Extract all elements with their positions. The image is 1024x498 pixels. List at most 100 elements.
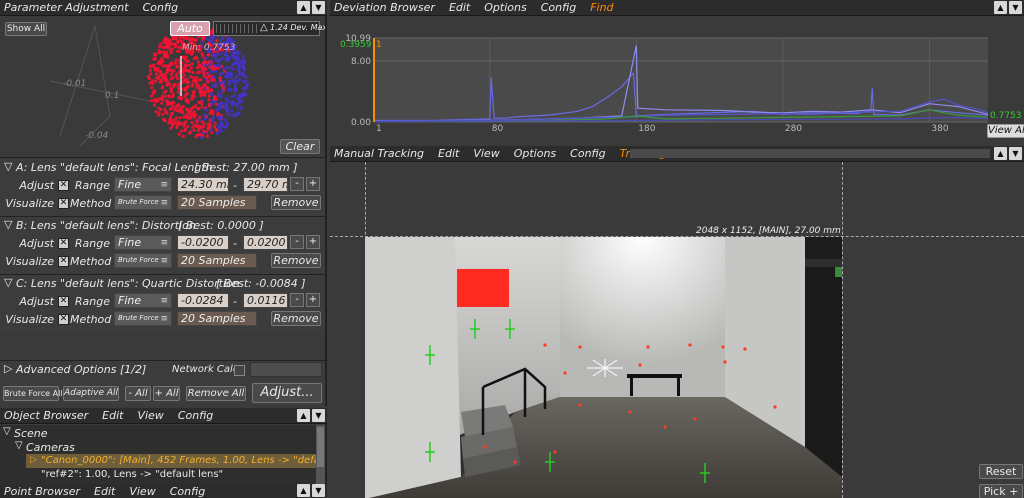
plus-all-button[interactable]: + All [153, 386, 180, 401]
section-c-dash: - [233, 295, 237, 308]
menu-config[interactable]: Config [541, 1, 576, 14]
deviation-chart[interactable]: 10.998.000.001 80 180 280 3800.3959 10.7753 [330, 16, 1024, 144]
section-b-remove-button[interactable]: Remove [271, 253, 321, 268]
tracking-viewport[interactable]: 2048 x 1152, [MAIN], 27.00 mm Reset Pick… [330, 162, 1024, 498]
tree-camera-item[interactable]: "Canon_0000": [Main], 452 Frames, 1.00, … [41, 455, 316, 466]
tree-scene[interactable]: Scene [14, 427, 48, 440]
tree-ref-item[interactable]: "ref#2": 1.00, Lens -> "default lens" [41, 469, 223, 480]
section-b-toggle[interactable]: ▽ [4, 218, 12, 231]
menu-edit[interactable]: Edit [438, 147, 459, 160]
remove-all-button[interactable]: Remove All [186, 386, 246, 401]
menu-point-browser[interactable]: Point Browser [4, 485, 80, 498]
section-a-max-input[interactable]: 29.70 mi [243, 177, 288, 192]
menu-view[interactable]: View [129, 485, 155, 498]
maximize-icon[interactable]: ▲ [994, 147, 1007, 160]
section-a-toggle[interactable]: ▽ [4, 160, 12, 173]
section-b-samples-input[interactable]: 20 Samples [177, 253, 257, 268]
section-c-toggle[interactable]: ▽ [4, 276, 12, 289]
menu-parameter-adjustment[interactable]: Parameter Adjustment [4, 1, 129, 14]
minimize-icon[interactable]: ▼ [1009, 147, 1022, 160]
section-a-min-input[interactable]: 24.30 mm [177, 177, 229, 192]
menu-options[interactable]: Options [484, 1, 526, 14]
minimize-icon[interactable]: ▼ [312, 409, 325, 422]
menu-view[interactable]: View [473, 147, 499, 160]
section-a-samples-input[interactable]: 20 Samples [177, 195, 257, 210]
menu-object-browser[interactable]: Object Browser [4, 409, 88, 422]
menu-edit[interactable]: Edit [102, 409, 123, 422]
advanced-toggle[interactable]: ▷ [4, 362, 12, 375]
advanced-options-label[interactable]: Advanced Options [1/2] [16, 363, 146, 376]
param-viewport[interactable]: -0.01 -0.04 0.1 Show All Auto △ 1.24 Dev… [0, 16, 325, 156]
section-a-method-select[interactable]: Brute Force ≡ [114, 195, 172, 210]
maximize-icon[interactable]: ▲ [297, 484, 310, 497]
section-c-method-select[interactable]: Brute Force ≡ [114, 311, 172, 326]
section-a-plus-button[interactable]: + [306, 177, 320, 191]
object-scrollbar-thumb[interactable] [317, 427, 324, 467]
menu-deviation-browser[interactable]: Deviation Browser [334, 1, 435, 14]
minimize-icon[interactable]: ▼ [312, 484, 325, 497]
section-a-visualize-checkbox[interactable]: ✕ [58, 198, 69, 209]
object-scrollbar[interactable] [316, 425, 325, 484]
section-c-remove-button[interactable]: Remove [271, 311, 321, 326]
section-b-adjust-checkbox[interactable]: ✕ [58, 238, 69, 249]
section-c-min-input[interactable]: -0.0284 [177, 293, 229, 308]
menu-config[interactable]: Config [143, 1, 178, 14]
menu-config[interactable]: Config [178, 409, 213, 422]
dev-max-ticks [216, 24, 258, 33]
adjust-button[interactable]: Adjust... [252, 383, 322, 403]
menu-find[interactable]: Find [590, 1, 613, 14]
section-b-minus-button[interactable]: - [290, 235, 304, 249]
section-a-dash: - [233, 179, 237, 192]
chart-right-value: 0.7753 [990, 111, 1022, 121]
menu-edit[interactable]: Edit [449, 1, 470, 14]
scene-toggle-icon[interactable]: ▽ [3, 426, 11, 437]
section-c-adjust-checkbox[interactable]: ✕ [58, 296, 69, 307]
pick-plus-button[interactable]: Pick + [979, 484, 1023, 498]
section-c-range-select[interactable]: Fine ≡ [114, 293, 172, 308]
maximize-icon[interactable]: ▲ [994, 1, 1007, 14]
point-window-buttons: ▲ ▼ [297, 484, 325, 497]
section-a-minus-button[interactable]: - [290, 177, 304, 191]
minimize-icon[interactable]: ▼ [1009, 1, 1022, 14]
clear-button[interactable]: Clear [280, 139, 320, 154]
minus-all-button[interactable]: - All [125, 386, 151, 401]
section-c-minus-button[interactable]: - [290, 293, 304, 307]
menu-config[interactable]: Config [170, 485, 205, 498]
section-c-plus-button[interactable]: + [306, 293, 320, 307]
chart-xtick-label: 280 [785, 124, 802, 134]
section-b-method-select[interactable]: Brute Force ≡ [114, 253, 172, 268]
auto-button[interactable]: Auto [170, 21, 210, 36]
reset-button[interactable]: Reset [979, 464, 1023, 479]
network-calc-checkbox[interactable] [234, 365, 245, 376]
menu-manual-tracking[interactable]: Manual Tracking [334, 147, 424, 160]
menu-config[interactable]: Config [570, 147, 605, 160]
minimize-icon[interactable]: ▼ [312, 1, 325, 14]
section-c-max-input[interactable]: 0.0116 [243, 293, 288, 308]
section-b-min-input[interactable]: -0.0200 [177, 235, 229, 250]
section-c-visualize-checkbox[interactable]: ✕ [58, 314, 69, 325]
tree-cameras[interactable]: Cameras [26, 441, 75, 454]
maximize-icon[interactable]: ▲ [297, 409, 310, 422]
menu-options[interactable]: Options [514, 147, 556, 160]
brute-force-all-button[interactable]: Brute Force All [3, 386, 63, 401]
section-b-max-input[interactable]: 0.0200 [243, 235, 288, 250]
section-b-visualize-checkbox[interactable]: ✕ [58, 256, 69, 267]
section-a-range-select[interactable]: Fine ≡ [114, 177, 172, 192]
tracking-image[interactable] [365, 237, 842, 498]
network-calc-field[interactable] [250, 362, 322, 377]
section-b-plus-button[interactable]: + [306, 235, 320, 249]
section-a-remove-button[interactable]: Remove [271, 195, 321, 210]
section-b-range-select[interactable]: Fine ≡ [114, 235, 172, 250]
maximize-icon[interactable]: ▲ [297, 1, 310, 14]
menu-view[interactable]: View [137, 409, 163, 422]
camera-expand-icon[interactable]: ▷ [30, 455, 37, 465]
view-all-button[interactable]: View Al [987, 124, 1024, 138]
adaptive-all-button[interactable]: Adaptive All [63, 386, 119, 401]
show-all-button[interactable]: Show All [5, 22, 47, 36]
section-b-title: B: Lens "default lens": Distortion [16, 219, 196, 232]
section-c-samples-input[interactable]: 20 Samples [177, 311, 257, 326]
dev-max-slider[interactable]: △ 1.24 Dev. Max [213, 21, 325, 36]
section-a-adjust-checkbox[interactable]: ✕ [58, 180, 69, 191]
menu-edit[interactable]: Edit [94, 485, 115, 498]
cameras-toggle-icon[interactable]: ▽ [15, 440, 23, 451]
